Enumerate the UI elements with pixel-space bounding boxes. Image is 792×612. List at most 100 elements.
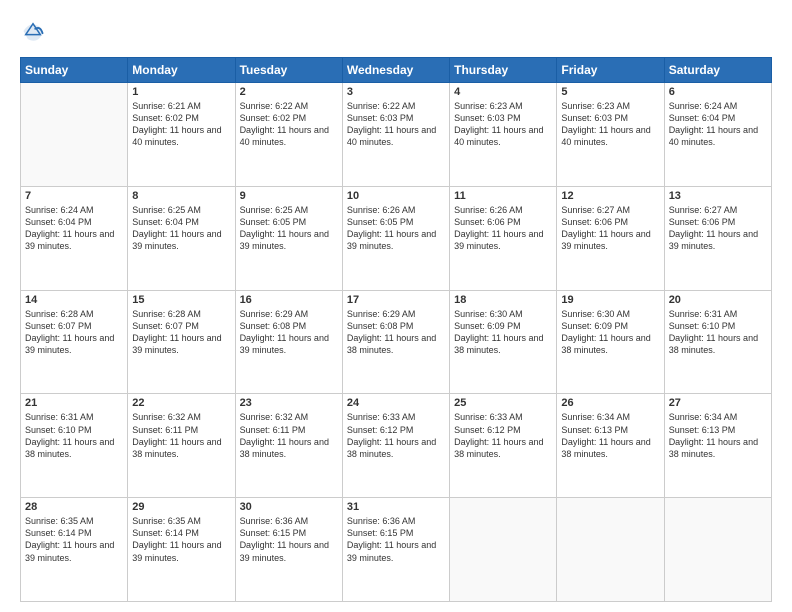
day-number: 12	[561, 190, 659, 202]
day-number: 5	[561, 86, 659, 98]
calendar-cell: 10 Sunrise: 6:26 AMSunset: 6:05 PMDayligh…	[342, 186, 449, 290]
calendar-week-row: 21 Sunrise: 6:31 AMSunset: 6:10 PMDayligh…	[21, 394, 772, 498]
page: SundayMondayTuesdayWednesdayThursdayFrid…	[0, 0, 792, 612]
cell-info: Sunrise: 6:26 AMSunset: 6:06 PMDaylight:…	[454, 204, 552, 253]
calendar-cell: 16 Sunrise: 6:29 AMSunset: 6:08 PMDayligh…	[235, 290, 342, 394]
day-number: 14	[25, 294, 123, 306]
day-number: 22	[132, 397, 230, 409]
cell-info: Sunrise: 6:27 AMSunset: 6:06 PMDaylight:…	[561, 204, 659, 253]
cell-info: Sunrise: 6:29 AMSunset: 6:08 PMDaylight:…	[347, 308, 445, 357]
day-number: 25	[454, 397, 552, 409]
calendar-table: SundayMondayTuesdayWednesdayThursdayFrid…	[20, 57, 772, 602]
calendar-cell: 14 Sunrise: 6:28 AMSunset: 6:07 PMDayligh…	[21, 290, 128, 394]
calendar-cell: 15 Sunrise: 6:28 AMSunset: 6:07 PMDayligh…	[128, 290, 235, 394]
logo-icon	[22, 20, 44, 42]
cell-info: Sunrise: 6:22 AMSunset: 6:03 PMDaylight:…	[347, 100, 445, 149]
calendar-cell: 23 Sunrise: 6:32 AMSunset: 6:11 PMDayligh…	[235, 394, 342, 498]
calendar-cell: 20 Sunrise: 6:31 AMSunset: 6:10 PMDayligh…	[664, 290, 771, 394]
calendar-cell: 22Sunrise: 6:32 AMSunset: 6:11 PMDayligh…	[128, 394, 235, 498]
calendar-cell: 30Sunrise: 6:36 AMSunset: 6:15 PMDayligh…	[235, 498, 342, 602]
day-number: 21	[25, 397, 123, 409]
calendar-cell	[557, 498, 664, 602]
day-number: 9	[240, 190, 338, 202]
day-number: 3	[347, 86, 445, 98]
calendar-cell: 12 Sunrise: 6:27 AMSunset: 6:06 PMDayligh…	[557, 186, 664, 290]
calendar-cell: 29 Sunrise: 6:35 AMSunset: 6:14 PMDayligh…	[128, 498, 235, 602]
day-number: 10	[347, 190, 445, 202]
day-number: 23	[240, 397, 338, 409]
cell-info: Sunrise: 6:31 AMSunset: 6:10 PMDaylight:…	[25, 411, 123, 460]
cell-info: Sunrise: 6:36 AMSunset: 6:15 PMDaylight:…	[347, 515, 445, 564]
calendar-cell: 1 Sunrise: 6:21 AMSunset: 6:02 PMDaylight…	[128, 83, 235, 187]
calendar-cell: 13 Sunrise: 6:27 AMSunset: 6:06 PMDayligh…	[664, 186, 771, 290]
cell-info: Sunrise: 6:35 AMSunset: 6:14 PMDaylight:…	[132, 515, 230, 564]
day-number: 24	[347, 397, 445, 409]
calendar-cell: 21 Sunrise: 6:31 AMSunset: 6:10 PMDayligh…	[21, 394, 128, 498]
cell-info: Sunrise: 6:27 AMSunset: 6:06 PMDaylight:…	[669, 204, 767, 253]
day-number: 4	[454, 86, 552, 98]
cell-info: Sunrise: 6:23 AMSunset: 6:03 PMDaylight:…	[454, 100, 552, 149]
day-number: 29	[132, 501, 230, 513]
day-number: 7	[25, 190, 123, 202]
calendar-cell: 27Sunrise: 6:34 AMSunset: 6:13 PMDayligh…	[664, 394, 771, 498]
cell-info: Sunrise: 6:22 AMSunset: 6:02 PMDaylight:…	[240, 100, 338, 149]
calendar-cell	[21, 83, 128, 187]
calendar-cell: 18 Sunrise: 6:30 AMSunset: 6:09 PMDayligh…	[450, 290, 557, 394]
day-of-week-header: Thursday	[450, 58, 557, 83]
calendar-cell: 19 Sunrise: 6:30 AMSunset: 6:09 PMDayligh…	[557, 290, 664, 394]
cell-info: Sunrise: 6:30 AMSunset: 6:09 PMDaylight:…	[561, 308, 659, 357]
calendar-cell: 31Sunrise: 6:36 AMSunset: 6:15 PMDayligh…	[342, 498, 449, 602]
calendar-cell: 5Sunrise: 6:23 AMSunset: 6:03 PMDaylight…	[557, 83, 664, 187]
cell-info: Sunrise: 6:24 AMSunset: 6:04 PMDaylight:…	[669, 100, 767, 149]
calendar-cell: 28Sunrise: 6:35 AMSunset: 6:14 PMDayligh…	[21, 498, 128, 602]
cell-info: Sunrise: 6:21 AMSunset: 6:02 PMDaylight:…	[132, 100, 230, 149]
day-number: 2	[240, 86, 338, 98]
day-number: 8	[132, 190, 230, 202]
calendar-cell: 11Sunrise: 6:26 AMSunset: 6:06 PMDayligh…	[450, 186, 557, 290]
calendar-cell: 3 Sunrise: 6:22 AMSunset: 6:03 PMDaylight…	[342, 83, 449, 187]
day-number: 18	[454, 294, 552, 306]
day-number: 27	[669, 397, 767, 409]
day-of-week-header: Wednesday	[342, 58, 449, 83]
day-of-week-header: Tuesday	[235, 58, 342, 83]
header	[20, 20, 772, 47]
cell-info: Sunrise: 6:34 AMSunset: 6:13 PMDaylight:…	[561, 411, 659, 460]
cell-info: Sunrise: 6:36 AMSunset: 6:15 PMDaylight:…	[240, 515, 338, 564]
calendar-cell: 24 Sunrise: 6:33 AMSunset: 6:12 PMDayligh…	[342, 394, 449, 498]
calendar-week-row: 28 Sunrise: 6:35 AMSunset: 6:14 PMDayligh…	[21, 498, 772, 602]
calendar-cell: 8 Sunrise: 6:25 AMSunset: 6:04 PMDaylight…	[128, 186, 235, 290]
day-number: 16	[240, 294, 338, 306]
calendar-cell: 6Sunrise: 6:24 AMSunset: 6:04 PMDaylight…	[664, 83, 771, 187]
calendar-cell: 4 Sunrise: 6:23 AMSunset: 6:03 PMDaylight…	[450, 83, 557, 187]
day-of-week-header: Saturday	[664, 58, 771, 83]
cell-info: Sunrise: 6:32 AMSunset: 6:11 PMDaylight:…	[240, 411, 338, 460]
calendar-header-row: SundayMondayTuesdayWednesdayThursdayFrid…	[21, 58, 772, 83]
calendar-cell	[450, 498, 557, 602]
cell-info: Sunrise: 6:30 AMSunset: 6:09 PMDaylight:…	[454, 308, 552, 357]
day-number: 19	[561, 294, 659, 306]
calendar-cell: 7 Sunrise: 6:24 AMSunset: 6:04 PMDaylight…	[21, 186, 128, 290]
day-number: 17	[347, 294, 445, 306]
day-number: 20	[669, 294, 767, 306]
calendar-week-row: 14 Sunrise: 6:28 AMSunset: 6:07 PMDayligh…	[21, 290, 772, 394]
day-number: 13	[669, 190, 767, 202]
cell-info: Sunrise: 6:26 AMSunset: 6:05 PMDaylight:…	[347, 204, 445, 253]
cell-info: Sunrise: 6:33 AMSunset: 6:12 PMDaylight:…	[347, 411, 445, 460]
day-number: 28	[25, 501, 123, 513]
cell-info: Sunrise: 6:29 AMSunset: 6:08 PMDaylight:…	[240, 308, 338, 357]
cell-info: Sunrise: 6:25 AMSunset: 6:04 PMDaylight:…	[132, 204, 230, 253]
calendar-cell: 9Sunrise: 6:25 AMSunset: 6:05 PMDaylight…	[235, 186, 342, 290]
day-of-week-header: Friday	[557, 58, 664, 83]
calendar-week-row: 7 Sunrise: 6:24 AMSunset: 6:04 PMDaylight…	[21, 186, 772, 290]
logo	[20, 20, 44, 47]
day-number: 26	[561, 397, 659, 409]
calendar-week-row: 1 Sunrise: 6:21 AMSunset: 6:02 PMDaylight…	[21, 83, 772, 187]
calendar-cell: 2 Sunrise: 6:22 AMSunset: 6:02 PMDaylight…	[235, 83, 342, 187]
cell-info: Sunrise: 6:31 AMSunset: 6:10 PMDaylight:…	[669, 308, 767, 357]
cell-info: Sunrise: 6:28 AMSunset: 6:07 PMDaylight:…	[25, 308, 123, 357]
day-number: 15	[132, 294, 230, 306]
cell-info: Sunrise: 6:24 AMSunset: 6:04 PMDaylight:…	[25, 204, 123, 253]
day-number: 1	[132, 86, 230, 98]
cell-info: Sunrise: 6:28 AMSunset: 6:07 PMDaylight:…	[132, 308, 230, 357]
calendar-cell: 17 Sunrise: 6:29 AMSunset: 6:08 PMDayligh…	[342, 290, 449, 394]
